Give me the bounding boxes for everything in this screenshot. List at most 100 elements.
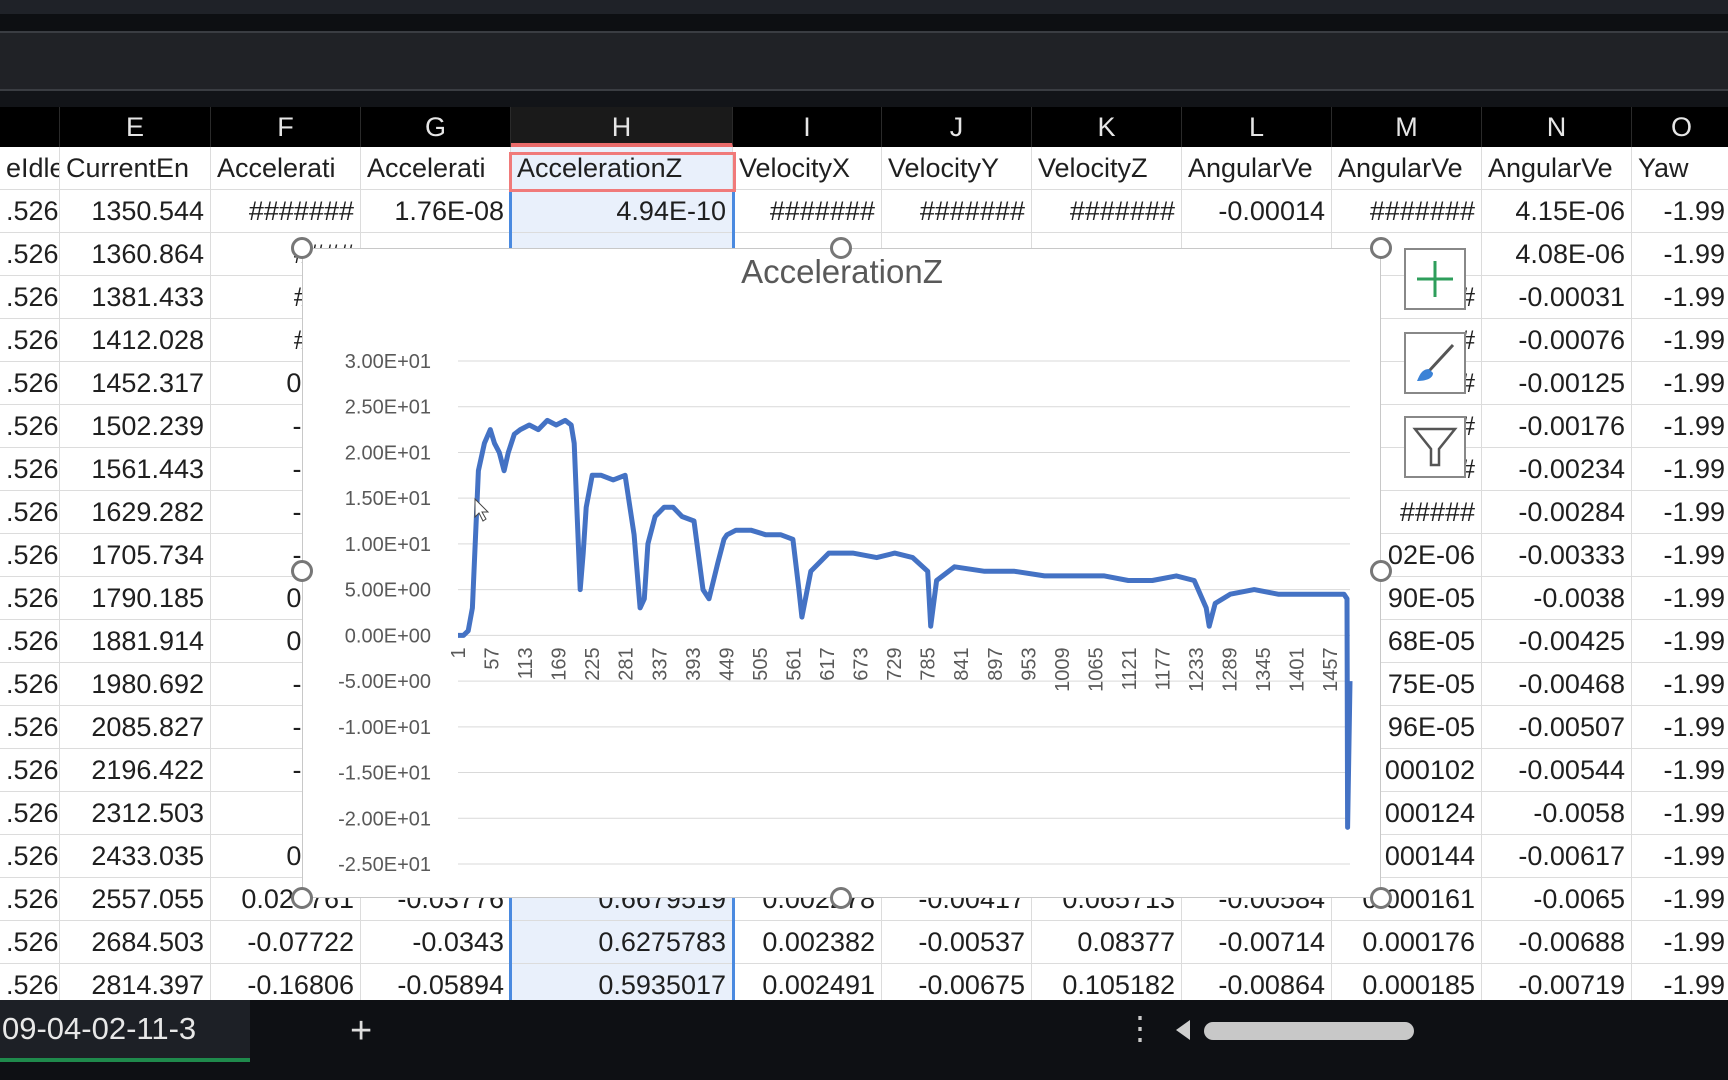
header-cell[interactable]: Accelerati <box>211 147 361 190</box>
column-header-h[interactable]: H <box>511 107 733 147</box>
table-cell[interactable]: -0.00714 <box>1182 921 1332 964</box>
table-cell[interactable]: ####### <box>733 190 882 233</box>
table-cell[interactable]: 2814.397 <box>60 964 211 1000</box>
table-cell[interactable]: 2312.503 <box>60 792 211 835</box>
table-cell[interactable]: 0.6275783 <box>511 921 733 964</box>
table-cell[interactable]: ####### <box>211 190 361 233</box>
table-cell[interactable]: 1.76E-08 <box>361 190 511 233</box>
table-cell[interactable]: 1705.734 <box>60 534 211 577</box>
table-cell[interactable]: -1.99 <box>1632 706 1728 749</box>
table-cell[interactable]: .526 <box>0 276 60 319</box>
table-cell[interactable]: 2684.503 <box>60 921 211 964</box>
column-header-l[interactable]: L <box>1182 107 1332 147</box>
table-cell[interactable]: .526 <box>0 534 60 577</box>
table-cell[interactable]: -0.0065 <box>1482 878 1632 921</box>
table-cell[interactable]: 1412.028 <box>60 319 211 362</box>
table-cell[interactable]: 0.002382 <box>733 921 882 964</box>
table-cell[interactable]: .526 <box>0 921 60 964</box>
resize-handle[interactable] <box>291 237 313 259</box>
table-cell[interactable]: 0.000176 <box>1332 921 1482 964</box>
table-cell[interactable]: 1381.433 <box>60 276 211 319</box>
table-cell[interactable]: -0.0058 <box>1482 792 1632 835</box>
header-cell[interactable]: VelocityX <box>733 147 882 190</box>
table-cell[interactable]: ####### <box>1332 190 1482 233</box>
table-cell[interactable]: -1.99 <box>1632 663 1728 706</box>
table-cell[interactable]: 1561.443 <box>60 448 211 491</box>
table-cell[interactable]: -0.00284 <box>1482 491 1632 534</box>
column-header-e[interactable]: E <box>60 107 211 147</box>
table-cell[interactable]: .526 <box>0 964 60 1000</box>
table-cell[interactable]: 4.94E-10 <box>511 190 733 233</box>
table-cell[interactable]: -1.99 <box>1632 964 1728 1000</box>
table-cell[interactable]: 0.000185 <box>1332 964 1482 1000</box>
table-cell[interactable]: .526 <box>0 620 60 663</box>
table-cell[interactable]: 2085.827 <box>60 706 211 749</box>
table-cell[interactable]: .526 <box>0 835 60 878</box>
table-cell[interactable]: 4.08E-06 <box>1482 233 1632 276</box>
table-cell[interactable]: 1452.317 <box>60 362 211 405</box>
table-cell[interactable]: -0.0038 <box>1482 577 1632 620</box>
table-cell[interactable]: 1980.692 <box>60 663 211 706</box>
table-cell[interactable]: ####### <box>1032 190 1182 233</box>
chart-elements-button[interactable] <box>1404 248 1466 310</box>
header-cell[interactable]: AngularVe <box>1332 147 1482 190</box>
table-cell[interactable]: -0.00031 <box>1482 276 1632 319</box>
table-cell[interactable]: -0.07722 <box>211 921 361 964</box>
table-cell[interactable]: -0.00014 <box>1182 190 1332 233</box>
table-cell[interactable]: -1.99 <box>1632 233 1728 276</box>
table-cell[interactable]: 1360.864 <box>60 233 211 276</box>
chart[interactable]: AccelerationZ 3.00E+01 2.50E+01 2.00E+01 1.5… <box>302 248 1381 898</box>
table-cell[interactable]: 0.08377 <box>1032 921 1182 964</box>
table-cell[interactable]: 2557.055 <box>60 878 211 921</box>
table-cell[interactable]: -0.00333 <box>1482 534 1632 577</box>
table-cell[interactable]: -0.00544 <box>1482 749 1632 792</box>
table-cell[interactable]: -0.00468 <box>1482 663 1632 706</box>
table-cell[interactable]: 2196.422 <box>60 749 211 792</box>
column-header-d[interactable] <box>0 107 60 147</box>
table-cell[interactable]: .526 <box>0 405 60 448</box>
table-cell[interactable]: -0.16806 <box>211 964 361 1000</box>
table-cell[interactable]: 1790.185 <box>60 577 211 620</box>
table-cell[interactable]: -0.00076 <box>1482 319 1632 362</box>
more-options-icon[interactable]: ⋮ <box>1124 1012 1156 1044</box>
column-header-n[interactable]: N <box>1482 107 1632 147</box>
table-cell[interactable]: 0.5935017 <box>511 964 733 1000</box>
header-cell[interactable]: Accelerati <box>361 147 511 190</box>
formula-bar[interactable] <box>0 31 1728 91</box>
table-cell[interactable]: -0.00234 <box>1482 448 1632 491</box>
resize-handle[interactable] <box>291 887 313 909</box>
table-cell[interactable]: .526 <box>0 663 60 706</box>
add-sheet-button[interactable]: + <box>350 1012 372 1050</box>
table-cell[interactable]: -1.99 <box>1632 835 1728 878</box>
scroll-left-icon[interactable] <box>1176 1020 1190 1040</box>
table-cell[interactable]: -0.0343 <box>361 921 511 964</box>
column-header-i[interactable]: I <box>733 107 882 147</box>
table-cell[interactable]: -0.00425 <box>1482 620 1632 663</box>
table-cell[interactable]: -0.00507 <box>1482 706 1632 749</box>
table-cell[interactable]: 0.105182 <box>1032 964 1182 1000</box>
table-cell[interactable]: .526 <box>0 233 60 276</box>
header-cell[interactable]: VelocityY <box>882 147 1032 190</box>
table-cell[interactable]: -0.05894 <box>361 964 511 1000</box>
table-cell[interactable]: 1881.914 <box>60 620 211 663</box>
resize-handle[interactable] <box>1370 237 1392 259</box>
table-cell[interactable]: -0.00864 <box>1182 964 1332 1000</box>
table-cell[interactable]: .526 <box>0 749 60 792</box>
table-cell[interactable]: -1.99 <box>1632 405 1728 448</box>
table-cell[interactable]: .526 <box>0 577 60 620</box>
table-cell[interactable]: 4.15E-06 <box>1482 190 1632 233</box>
table-cell[interactable]: -0.00537 <box>882 921 1032 964</box>
table-cell[interactable]: 0.002491 <box>733 964 882 1000</box>
table-cell[interactable]: -1.99 <box>1632 749 1728 792</box>
header-cell[interactable]: Yaw <box>1632 147 1728 190</box>
table-cell[interactable]: -1.99 <box>1632 491 1728 534</box>
table-cell[interactable]: 1502.239 <box>60 405 211 448</box>
column-header-j[interactable]: J <box>882 107 1032 147</box>
chart-styles-button[interactable] <box>1404 332 1466 394</box>
resize-handle[interactable] <box>830 237 852 259</box>
table-cell[interactable]: .526 <box>0 362 60 405</box>
header-cell[interactable]: AngularVe <box>1182 147 1332 190</box>
table-cell[interactable]: -1.99 <box>1632 878 1728 921</box>
table-cell[interactable]: .526 <box>0 190 60 233</box>
table-cell[interactable]: 1629.282 <box>60 491 211 534</box>
